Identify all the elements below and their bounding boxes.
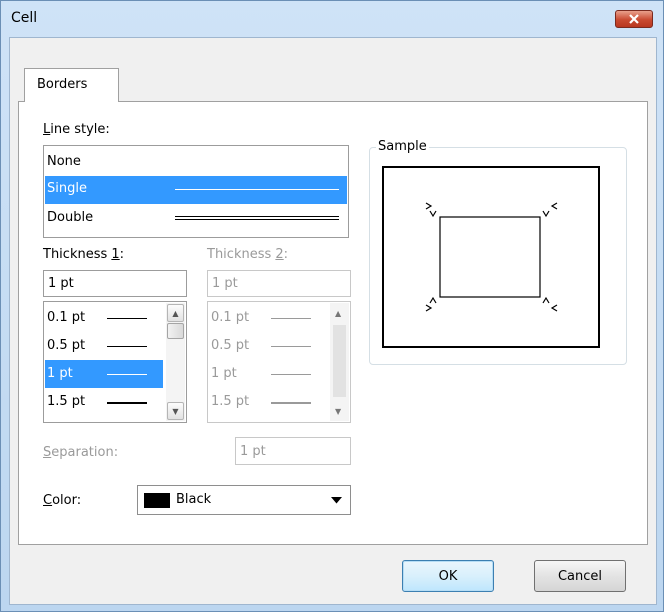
thickness2-opt-0.5: 0.5 pt xyxy=(209,332,327,360)
close-icon xyxy=(629,14,639,24)
up-arrow-icon: ▲ xyxy=(172,308,179,318)
double-line-preview-b xyxy=(175,219,339,220)
color-swatch xyxy=(144,493,170,508)
thickness2-scrollbar: ▲ ▼ xyxy=(330,303,349,421)
window-title: Cell xyxy=(11,10,38,26)
dialog-window: Cell Borders Line style: None Single Dou… xyxy=(0,0,664,612)
title-bar: Cell xyxy=(1,1,663,37)
borders-panel: Line style: None Single Double Thickness… xyxy=(18,101,648,545)
separation-input: 1 pt xyxy=(235,437,351,465)
thickness1-opt-1[interactable]: 1 pt xyxy=(45,360,163,388)
scroll-track xyxy=(333,325,346,397)
thickness2-list: 0.1 pt 0.5 pt 1 pt 1.5 pt ▲ ▼ xyxy=(207,301,351,423)
thickness2-opt-1.5: 1.5 pt xyxy=(209,388,327,416)
single-line-preview xyxy=(175,189,339,190)
thickness1-input[interactable]: 1 pt xyxy=(43,270,187,297)
thickness1-opt-0.5[interactable]: 0.5 pt xyxy=(45,332,163,360)
line-style-label: Line style: xyxy=(43,122,110,137)
thickness1-opt-1.5[interactable]: 1.5 pt xyxy=(45,388,163,416)
color-value: Black xyxy=(176,492,212,507)
thickness1-list[interactable]: 0.1 pt 0.5 pt 1 pt 1.5 pt ▲ ▼ xyxy=(43,301,187,423)
scroll-down-button[interactable]: ▼ xyxy=(167,402,184,420)
thickness1-label: Thickness 1: xyxy=(43,247,125,262)
dialog-client: Borders Line style: None Single Double T… xyxy=(9,37,657,605)
up-arrow-icon: ▲ xyxy=(335,309,342,318)
thickness1-scrollbar[interactable]: ▲ ▼ xyxy=(166,303,185,421)
scroll-up-button[interactable]: ▲ xyxy=(167,304,184,322)
down-arrow-icon: ▼ xyxy=(335,407,342,416)
double-line-preview-a xyxy=(175,216,339,217)
thickness2-input: 1 pt xyxy=(207,270,351,297)
cancel-button[interactable]: Cancel xyxy=(534,560,626,592)
tab-borders[interactable]: Borders xyxy=(24,68,119,102)
thickness2-opt-0.1: 0.1 pt xyxy=(209,304,327,332)
thickness2-opt-1: 1 pt xyxy=(209,360,327,388)
color-dropdown[interactable]: Black xyxy=(137,485,351,515)
thickness2-label: Thickness 2: xyxy=(207,247,289,262)
line-style-list[interactable]: None Single Double xyxy=(43,145,349,238)
color-label: Color: xyxy=(43,493,82,508)
ok-button[interactable]: OK xyxy=(402,560,494,592)
sample-label: Sample xyxy=(376,139,429,154)
line-style-single[interactable]: Single xyxy=(45,176,347,204)
line-style-double[interactable]: Double xyxy=(45,204,347,232)
chevron-down-icon xyxy=(331,497,342,504)
border-preview[interactable] xyxy=(382,166,602,350)
sample-group: Sample xyxy=(369,139,627,365)
down-arrow-icon: ▼ xyxy=(172,406,179,416)
scroll-thumb[interactable] xyxy=(167,323,184,339)
tab-label: Borders xyxy=(37,77,88,92)
line-style-none[interactable]: None xyxy=(45,148,347,176)
thickness1-opt-0.1[interactable]: 0.1 pt xyxy=(45,304,163,332)
separation-label: Separation: xyxy=(43,445,119,460)
close-button[interactable] xyxy=(615,10,653,28)
